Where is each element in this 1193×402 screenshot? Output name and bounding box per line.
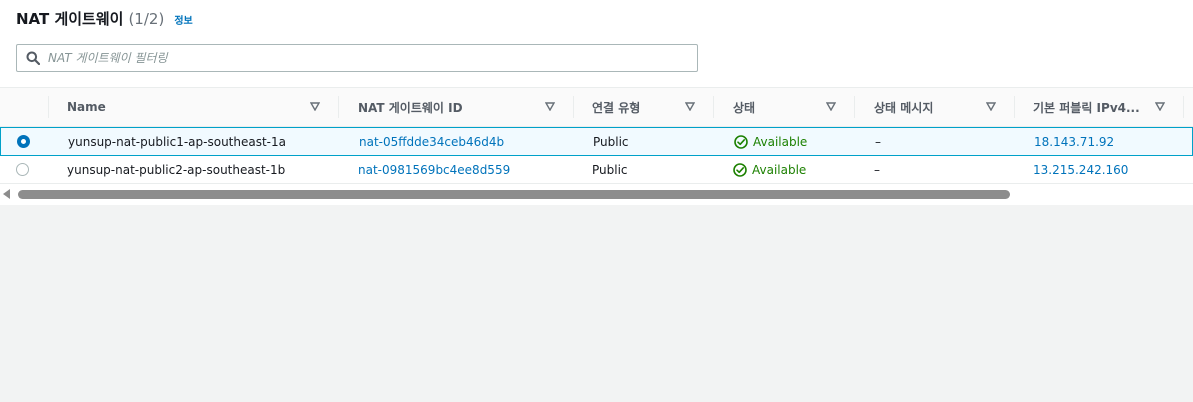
table-row[interactable]: yunsup-nat-public1-ap-southeast-1a nat-0… bbox=[0, 127, 1193, 156]
column-header-public-ipv4[interactable]: 기본 퍼블릭 IPv4... bbox=[1033, 88, 1140, 126]
cell-connectivity-type: Public bbox=[592, 163, 628, 177]
cell-state-message: – bbox=[875, 135, 881, 149]
sort-caret-down-icon[interactable] bbox=[986, 102, 996, 111]
cell-gateway-id-link[interactable]: nat-0981569bc4ee8d559 bbox=[358, 156, 510, 184]
info-link[interactable]: 정보 bbox=[174, 12, 192, 27]
check-circle-icon bbox=[734, 135, 748, 149]
nat-gateways-panel: NAT 게이트웨이 (1/2) 정보 Name NAT 게이트웨이 ID 연결 … bbox=[0, 0, 1193, 205]
cell-public-ipv4-link[interactable]: 18.143.71.92 bbox=[1034, 128, 1114, 156]
column-header-state-message[interactable]: 상태 메시지 bbox=[874, 88, 933, 126]
row-select-radio[interactable] bbox=[17, 135, 30, 148]
scrollbar-thumb[interactable] bbox=[18, 190, 1010, 199]
column-divider bbox=[1014, 96, 1015, 118]
horizontal-scrollbar[interactable] bbox=[0, 186, 1193, 202]
cell-connectivity-type: Public bbox=[593, 135, 629, 149]
column-divider bbox=[48, 96, 49, 118]
cell-name: yunsup-nat-public1-ap-southeast-1a bbox=[68, 135, 287, 149]
cell-name: yunsup-nat-public2-ap-southeast-1b bbox=[67, 163, 286, 177]
column-divider bbox=[573, 96, 574, 118]
cell-state: Available bbox=[733, 156, 806, 184]
column-header-connectivity-type[interactable]: 연결 유형 bbox=[592, 88, 640, 126]
column-header-gateway-id[interactable]: NAT 게이트웨이 ID bbox=[358, 88, 463, 126]
sort-caret-down-icon[interactable] bbox=[545, 102, 555, 111]
page-title: NAT 게이트웨이 bbox=[16, 10, 124, 28]
column-divider bbox=[338, 96, 339, 118]
filter-input[interactable] bbox=[48, 46, 697, 70]
column-divider bbox=[713, 96, 714, 118]
sort-caret-down-icon[interactable] bbox=[310, 102, 320, 111]
column-header-name[interactable]: Name bbox=[67, 88, 106, 126]
table-header: Name NAT 게이트웨이 ID 연결 유형 상태 상태 메시지 기본 퍼블릭… bbox=[0, 87, 1193, 127]
column-divider bbox=[854, 96, 855, 118]
state-label: Available bbox=[752, 163, 807, 177]
row-select-radio[interactable] bbox=[16, 163, 29, 176]
selection-count: (1/2) bbox=[128, 10, 165, 28]
search-icon bbox=[26, 51, 40, 65]
cell-gateway-id-link[interactable]: nat-05ffdde34ceb46d4b bbox=[359, 128, 504, 156]
table-row[interactable]: yunsup-nat-public2-ap-southeast-1b nat-0… bbox=[0, 156, 1193, 184]
sort-caret-down-icon[interactable] bbox=[1155, 102, 1165, 111]
nat-gateways-table: Name NAT 게이트웨이 ID 연결 유형 상태 상태 메시지 기본 퍼블릭… bbox=[0, 87, 1193, 184]
scroll-left-arrow-icon[interactable] bbox=[3, 189, 11, 199]
cell-state: Available bbox=[734, 128, 807, 156]
column-divider bbox=[1183, 96, 1184, 118]
sort-caret-down-icon[interactable] bbox=[685, 102, 695, 111]
filter-search-box[interactable] bbox=[16, 44, 698, 72]
panel-header: NAT 게이트웨이 (1/2) 정보 bbox=[16, 8, 193, 30]
check-circle-icon bbox=[733, 163, 747, 177]
column-header-state[interactable]: 상태 bbox=[733, 88, 755, 126]
state-label: Available bbox=[753, 135, 808, 149]
cell-public-ipv4-link[interactable]: 13.215.242.160 bbox=[1033, 156, 1128, 184]
sort-caret-down-icon[interactable] bbox=[826, 102, 836, 111]
cell-state-message: – bbox=[874, 163, 880, 177]
